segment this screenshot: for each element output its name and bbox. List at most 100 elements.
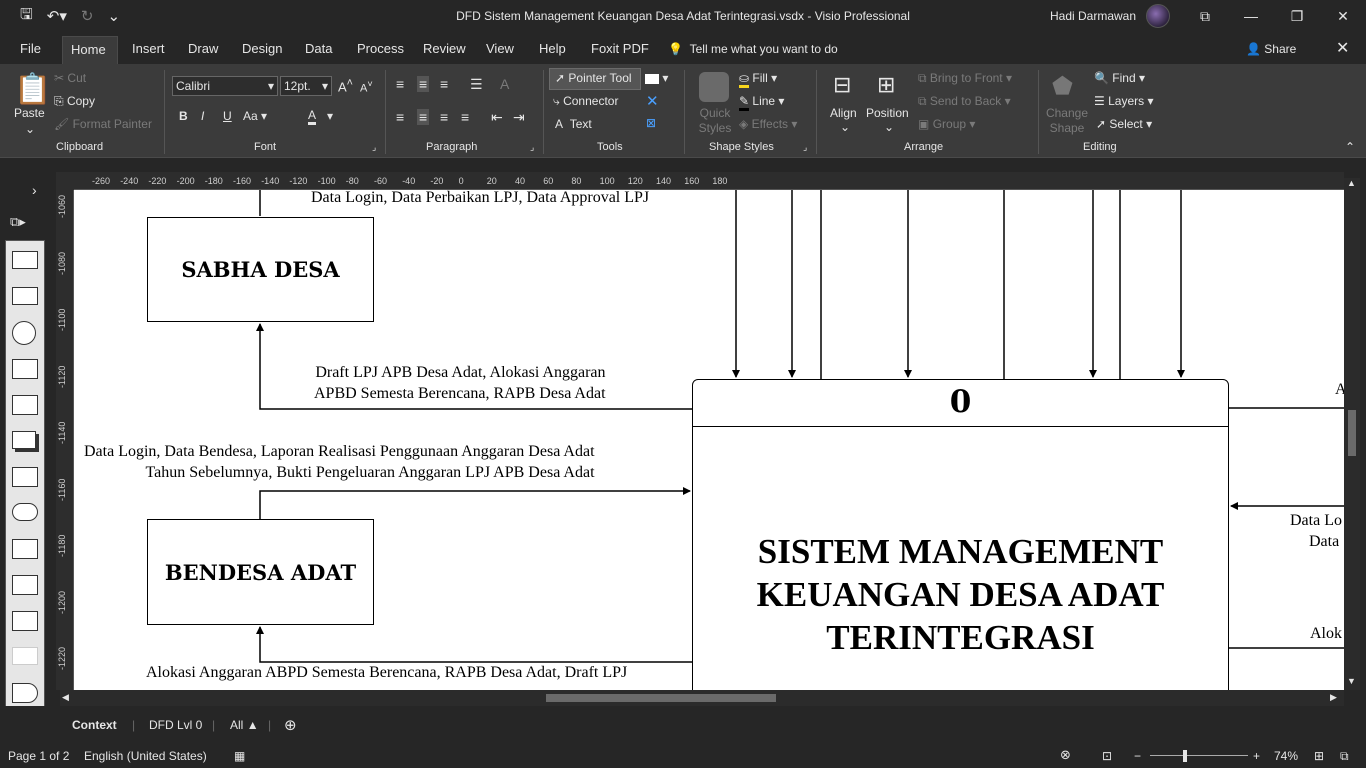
collapse-ribbon-icon[interactable]: ⌃ (1345, 140, 1355, 154)
chevron-down-icon[interactable]: ⌄ (884, 120, 894, 134)
change-case-button[interactable]: Aa ▾ (243, 109, 267, 123)
vertical-scroll-thumb[interactable] (1348, 410, 1356, 456)
connection-point-icon[interactable]: ⊠ (646, 116, 656, 130)
find-button[interactable]: 🔍 Find ▾ (1094, 71, 1145, 85)
horizontal-scrollbar[interactable]: ◀ ▶ (60, 690, 1344, 706)
change-shape-icon[interactable]: ⬟ (1052, 72, 1073, 101)
horizontal-scroll-thumb[interactable] (546, 694, 776, 702)
font-size-select[interactable]: 12pt. ▾ (280, 76, 332, 96)
maximize-button[interactable]: ❐ (1274, 0, 1320, 32)
scroll-right-icon[interactable]: ▶ (1330, 692, 1337, 703)
user-name[interactable]: Hadi Darmawan (1050, 0, 1136, 32)
bring-to-front-button[interactable]: ⧉ Bring to Front ▾ (918, 71, 1012, 86)
delay-shape[interactable] (12, 683, 38, 703)
table-shape[interactable] (12, 575, 38, 595)
chevron-down-icon[interactable]: ▾ (327, 109, 333, 123)
chevron-down-icon[interactable]: ⌄ (840, 120, 850, 134)
page-indicator[interactable]: Page 1 of 2 (8, 749, 69, 763)
ribbon-display-icon[interactable]: ⧉ (1182, 0, 1228, 32)
avatar[interactable] (1146, 4, 1170, 28)
zoom-slider-thumb[interactable] (1183, 750, 1187, 762)
rounded-shape[interactable] (12, 503, 38, 521)
fill-button[interactable]: ⛀ Fill ▾ (739, 71, 777, 88)
blank-shape[interactable] (12, 647, 38, 665)
cut-button[interactable]: ✂ Cut (54, 71, 86, 85)
tab-insert[interactable]: Insert (124, 36, 173, 64)
chevron-down-icon[interactable]: ⌄ (25, 122, 35, 136)
group-button[interactable]: ▣ Group ▾ (918, 117, 975, 131)
datastore-shape[interactable] (12, 539, 38, 559)
tab-foxit-pdf[interactable]: Foxit PDF (583, 36, 657, 64)
tab-view[interactable]: View (478, 36, 522, 64)
customize-qat-icon[interactable]: ⌄ (107, 7, 120, 25)
entity-shape[interactable] (12, 359, 38, 379)
select-button[interactable]: ➚ Select ▾ (1096, 117, 1152, 131)
page-tab-dfd-lvl-0[interactable]: DFD Lvl 0 (149, 718, 202, 732)
page-tab-all[interactable]: All ▲ (230, 718, 259, 732)
vertical-scrollbar[interactable]: ▲ ▼ (1344, 178, 1360, 690)
shadow-box-shape[interactable] (12, 431, 36, 449)
rectangle-shape-button[interactable]: ▾ (645, 71, 668, 85)
switch-windows-icon[interactable]: ⧉ (1340, 749, 1349, 764)
entity-sabha-desa[interactable]: SABHA DESA (147, 217, 374, 322)
tab-data[interactable]: Data (297, 36, 340, 64)
scroll-up-icon[interactable]: ▲ (1347, 178, 1356, 188)
tab-design[interactable]: Design (234, 36, 290, 64)
scroll-left-icon[interactable]: ◀ (62, 692, 69, 703)
share-button[interactable]: 👤 Share (1246, 36, 1296, 62)
send-to-back-button[interactable]: ⧉ Send to Back ▾ (918, 94, 1011, 109)
expand-shapes-icon[interactable]: › (32, 182, 37, 198)
bold-button[interactable]: B (179, 109, 188, 123)
flow-label-bottom[interactable]: Alokasi Anggaran ABPD Semesta Berencana,… (146, 662, 627, 683)
grow-font-icon[interactable]: A˄ (338, 77, 353, 94)
tab-help[interactable]: Help (531, 36, 574, 64)
font-color-button[interactable]: A (308, 109, 317, 125)
flow-label-right-4[interactable]: Alok (1310, 623, 1342, 644)
document-shape[interactable] (12, 287, 38, 305)
drawing-canvas[interactable]: Data Login, Data Perbaikan LPJ, Data App… (74, 190, 1344, 690)
add-page-icon[interactable]: ⊕ (284, 716, 297, 734)
increase-indent-icon[interactable]: ⇥ (513, 109, 525, 126)
dialog-launcher-icon[interactable]: ⌟ (530, 142, 534, 153)
minimize-button[interactable]: — (1228, 0, 1274, 32)
align-top-icon[interactable]: ≡ (396, 76, 404, 92)
quick-styles-button[interactable]: Quick Styles (698, 106, 732, 136)
layers-button[interactable]: ☰ Layers ▾ (1094, 94, 1154, 108)
connector-button[interactable]: ⤷ Connector (553, 94, 618, 109)
format-painter-button[interactable]: 🖌 Format Painter (54, 117, 152, 131)
accessibility-icon[interactable]: ⊗ (1060, 747, 1071, 763)
tab-draw[interactable]: Draw (180, 36, 226, 64)
text-direction-icon[interactable]: A (500, 76, 509, 92)
align-button[interactable]: Align (830, 106, 857, 120)
align-right-icon[interactable]: ≡ (440, 109, 448, 125)
tab-home[interactable]: Home (62, 36, 118, 64)
position-icon[interactable]: ⊞ (877, 72, 895, 98)
align-bottom-icon[interactable]: ≡ (440, 76, 448, 92)
stencil-menu-icon[interactable]: ⧉▸ (10, 214, 26, 230)
font-family-select[interactable]: Calibri ▾ (172, 76, 278, 96)
zoom-in-button[interactable]: + (1253, 749, 1260, 763)
redo-icon[interactable]: ↻ (81, 7, 94, 25)
tell-me-search[interactable]: 💡 Tell me what you want to do (668, 36, 838, 62)
underline-button[interactable]: U (223, 109, 232, 123)
rectangle-shape[interactable] (12, 395, 38, 415)
circle-shape[interactable] (12, 321, 36, 345)
dialog-launcher-icon[interactable]: ⌟ (372, 142, 376, 153)
dialog-launcher-icon[interactable]: ⌟ (803, 142, 807, 153)
decrease-indent-icon[interactable]: ⇤ (491, 109, 503, 126)
align-middle-icon[interactable]: ≡ (417, 76, 430, 92)
paste-button[interactable]: Paste (14, 106, 45, 120)
justify-icon[interactable]: ≡ (461, 109, 469, 125)
bullets-icon[interactable]: ☰ (470, 76, 483, 93)
paste-icon[interactable]: 📋 (14, 72, 51, 107)
close-icon[interactable]: ✕ (646, 92, 659, 110)
callout-shape[interactable] (12, 467, 38, 487)
macro-icon[interactable]: ▦ (234, 749, 245, 763)
scroll-down-icon[interactable]: ▼ (1347, 676, 1356, 686)
flow-label-right-2[interactable]: Data Lo (1290, 510, 1342, 531)
process-shape[interactable] (12, 251, 38, 269)
position-button[interactable]: Position (866, 106, 909, 120)
shrink-font-icon[interactable]: A˅ (360, 79, 373, 95)
fit-page-icon[interactable]: ⊞ (1314, 749, 1324, 763)
process-0[interactable]: 0 SISTEM MANAGEMENT KEUANGAN DESA ADAT T… (692, 379, 1229, 690)
